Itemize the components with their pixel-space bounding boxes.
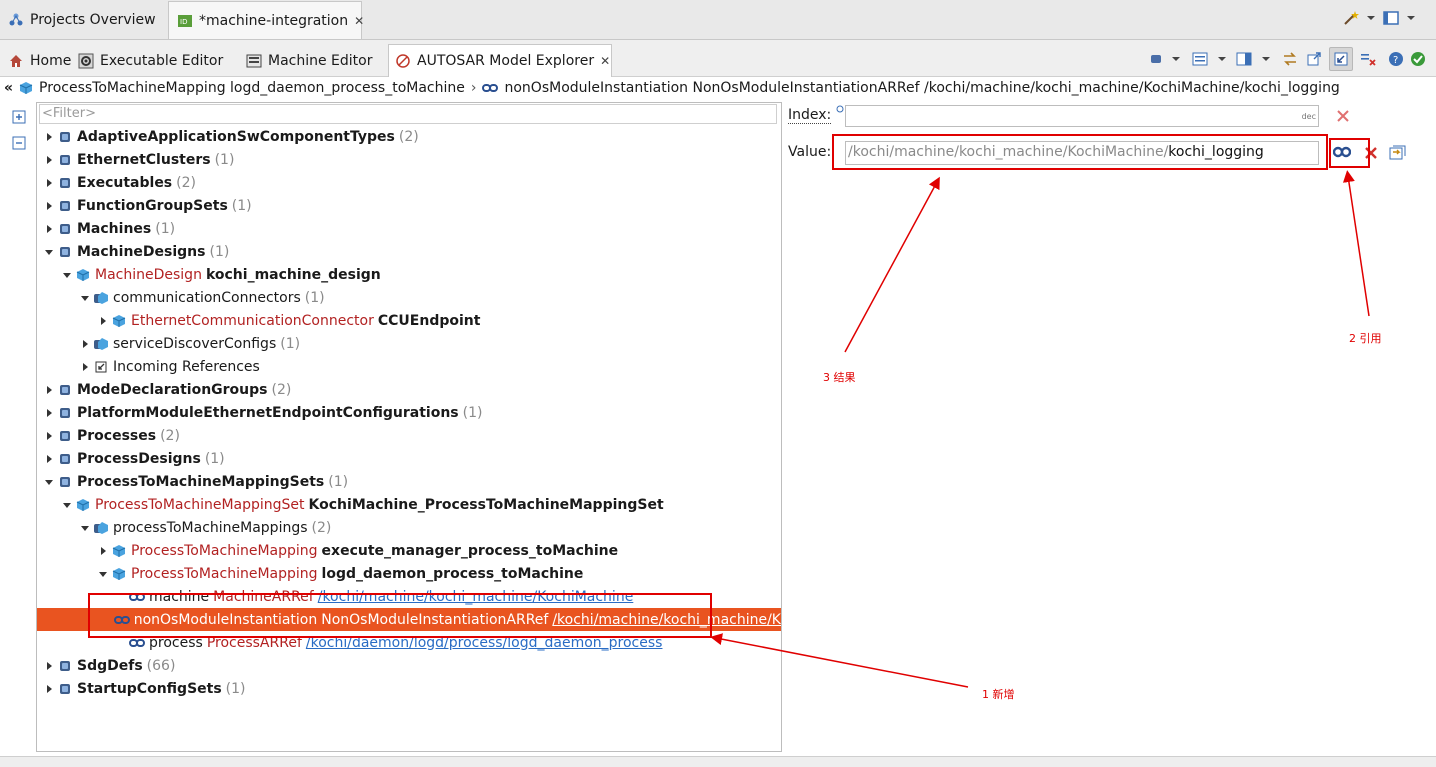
annotation-note-new: 1 新增 [982,688,1015,701]
annotation-note-reference: 2 引用 [1349,332,1382,345]
annotation-note-result: 3 结果 [823,371,856,384]
annotation-arrow-reference [1342,170,1370,317]
annotation-arrow-result [844,176,940,353]
annotation-arrow-new [710,633,969,688]
status-strip [0,756,1436,767]
annotation-arrows [710,170,1370,688]
